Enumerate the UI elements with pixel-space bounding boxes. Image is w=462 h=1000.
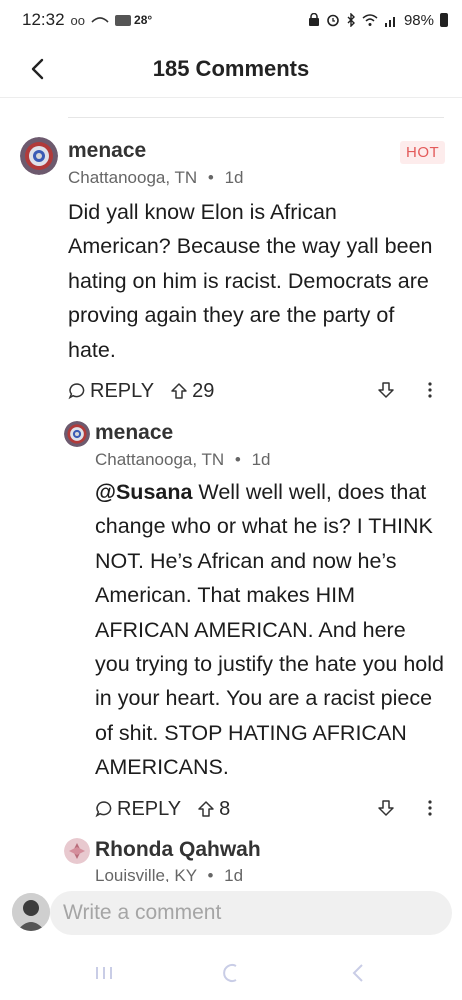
wifi-icon [362, 13, 378, 26]
avatar[interactable] [64, 421, 90, 447]
comment-meta: Chattanooga, TN • 1d [95, 450, 271, 470]
bluetooth-icon [347, 13, 355, 27]
downvote-button[interactable] [373, 795, 399, 821]
upvote-count: 8 [219, 797, 231, 820]
back-icon [352, 963, 364, 982]
comment-location: Chattanooga, TN [95, 450, 225, 469]
user-avatar-icon [64, 421, 90, 447]
hot-badge: HOT [400, 141, 446, 164]
comments-header: 185 Comments [0, 40, 462, 98]
comment-actions: REPLY 8 [95, 794, 230, 824]
comment-composer [0, 888, 462, 938]
reply-button[interactable]: REPLY [95, 798, 181, 821]
arrow-up-icon [198, 801, 214, 817]
signal-icon [384, 16, 395, 27]
upvote-count: 29 [192, 379, 215, 402]
avatar [12, 893, 50, 931]
comment-meta: Chattanooga, TN • 1d [68, 168, 244, 188]
speech-bubble-icon [95, 801, 112, 818]
home-icon [223, 963, 237, 982]
comment-age: 1d [224, 866, 244, 882]
recents-icon [95, 966, 112, 979]
user-avatar-icon [20, 137, 58, 175]
recents-button[interactable] [84, 953, 124, 993]
arrow-down-icon [378, 382, 394, 398]
temperature: 28° [134, 13, 153, 27]
avatar[interactable] [20, 137, 58, 175]
upvote-button[interactable]: 8 [197, 798, 230, 821]
arrow-up-icon [171, 383, 187, 399]
weather-app-icon [115, 14, 132, 26]
chevron-left-icon [31, 58, 44, 80]
arrow-down-icon [378, 800, 394, 816]
alarm-icon [327, 14, 339, 27]
user-mention[interactable]: @Susana [95, 480, 192, 504]
comment-body: @Susana Well well well, does that change… [95, 475, 445, 785]
user-avatar-icon [12, 893, 50, 931]
comment-reply: menace Chattanooga, TN • 1d @Susana Well… [0, 0, 462, 820]
comment-actions: REPLY 29 [68, 376, 214, 406]
comment-body: Did yall know Elon is African American? … [68, 200, 433, 362]
reply-label: REPLY [117, 797, 182, 820]
comment-author[interactable]: Rhonda Qahwah [95, 838, 261, 862]
comment-author[interactable]: menace [68, 139, 146, 163]
missed-call-icon [91, 17, 109, 23]
comment-body-text: Well well well, does that change who or … [95, 480, 444, 780]
battery-percent: 98% [403, 11, 434, 29]
battery-icon [440, 13, 448, 27]
more-vertical-icon [428, 800, 432, 816]
reply-label: REPLY [90, 379, 155, 402]
avatar[interactable] [64, 838, 90, 864]
comment-age: 1d [224, 168, 244, 187]
meta-separator: • [234, 450, 241, 469]
comment-author[interactable]: menace [95, 421, 173, 445]
comment-location: Louisville, KY [95, 866, 197, 882]
comment-input[interactable] [50, 891, 452, 935]
home-button[interactable] [211, 953, 251, 993]
page-title: 185 Comments [152, 55, 310, 81]
system-nav-bar [0, 945, 462, 1000]
status-bar: 12:32 oo 28° 98% [0, 0, 462, 40]
nav-back-button[interactable] [338, 953, 378, 993]
more-options-button[interactable] [420, 377, 440, 403]
meta-separator: • [207, 866, 214, 882]
more-vertical-icon [428, 382, 432, 398]
reply-button[interactable]: REPLY [68, 380, 154, 403]
weather-widget: 28° [115, 13, 152, 27]
voicemail-icon: oo [70, 12, 86, 28]
user-avatar-icon [64, 838, 90, 864]
divider [68, 117, 444, 118]
meta-separator: • [207, 168, 214, 187]
comment-meta: Louisville, KY • 1d [95, 866, 243, 882]
status-time: 12:32 [22, 10, 65, 29]
comment-location: Chattanooga, TN [68, 168, 198, 187]
upvote-button[interactable]: 29 [170, 380, 214, 403]
comment-age: 1d [251, 450, 271, 469]
lock-icon [308, 13, 319, 26]
downvote-button[interactable] [373, 377, 399, 403]
comment-reply: Rhonda Qahwah Louisville, KY • 1d [0, 836, 462, 882]
more-options-button[interactable] [420, 795, 440, 821]
speech-bubble-icon [68, 383, 85, 400]
back-button[interactable] [20, 52, 54, 86]
